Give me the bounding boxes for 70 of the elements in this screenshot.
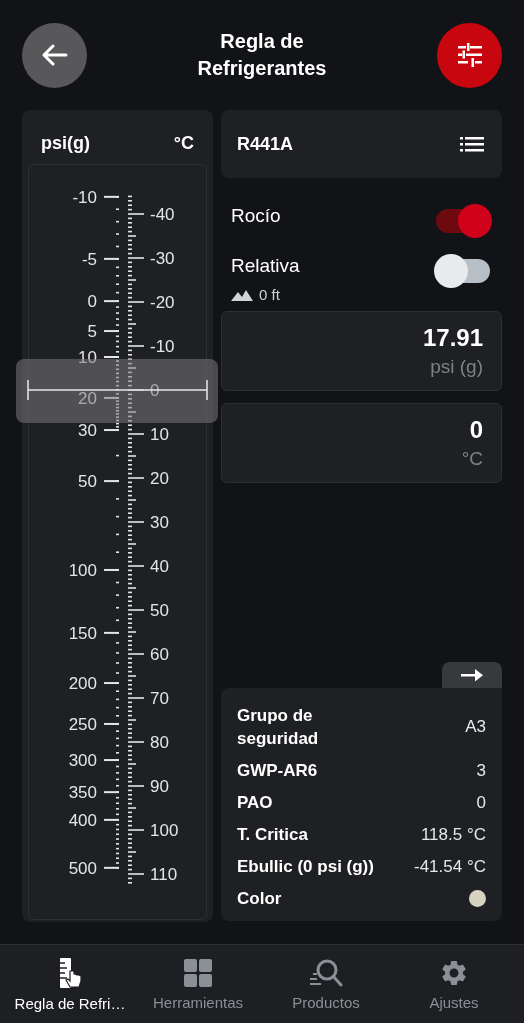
temperature-label: 10 [150, 425, 169, 444]
altitude-value: 0 ft [259, 286, 280, 303]
reading-field[interactable]: 17.91 psi (g) [221, 311, 502, 391]
pressure-label: 5 [87, 322, 97, 342]
pressure-label: 20 [78, 388, 97, 408]
pressure-label: 100 [68, 560, 97, 580]
property-value: 3 [476, 760, 486, 781]
reading-value: 0 [469, 416, 483, 444]
toggle-switch[interactable] [434, 204, 492, 238]
toggle-label: Relativa [231, 254, 300, 278]
expand-tab[interactable] [442, 662, 502, 688]
nav-tab[interactable]: Ajustes [392, 957, 516, 1011]
sliders-icon [456, 43, 483, 67]
right-arrow-icon [461, 669, 483, 681]
reading-unit: °C [461, 448, 483, 470]
temperature-label: -30 [150, 249, 175, 268]
nav-tab[interactable]: Herramientas [136, 957, 260, 1011]
reading-unit: psi (g) [430, 356, 483, 378]
temperature-label: 80 [150, 733, 169, 752]
toggle-label: Rocío [231, 204, 281, 228]
property-label: PAO [237, 792, 273, 814]
temperature-unit: °C [173, 133, 194, 154]
property-value: 0 [476, 792, 486, 813]
screen-title: Regla de Refrigerantes [196, 29, 328, 81]
pressure-label: -5 [81, 249, 97, 269]
temperature-label: 90 [150, 777, 169, 796]
temperature-label: 60 [150, 645, 169, 664]
temperature-label: 70 [150, 689, 169, 708]
pressure-label: 10 [78, 348, 97, 367]
property-label: Grupo de seguridad [237, 705, 320, 750]
nav-tab[interactable]: Regla de Refri… [8, 956, 132, 1012]
property-value: -41.54 °C [414, 856, 486, 877]
pressure-label: 400 [68, 810, 97, 830]
pressure-label: 500 [68, 858, 97, 878]
temperature-label: 100 [150, 821, 179, 840]
pressure-label: 200 [68, 674, 97, 694]
pressure-label: 30 [78, 421, 97, 441]
pressure-label: -10 [72, 187, 97, 207]
pressure-label: 0 [87, 292, 97, 312]
property-label: Color [237, 888, 282, 910]
toggle-switch[interactable] [434, 254, 492, 288]
pressure-unit: psi(g) [41, 133, 90, 154]
temperature-label: 30 [150, 513, 169, 532]
property-value: A3 [465, 717, 486, 737]
ruler-hand-icon [58, 956, 82, 989]
mountain-icon [231, 288, 253, 301]
property-label: GWP-AR6 [237, 760, 318, 782]
back-arrow-icon [41, 44, 68, 66]
reading-value: 17.91 [422, 324, 483, 352]
property-label: T. Critica [237, 824, 308, 846]
list-icon [460, 136, 484, 152]
property-value: 118.5 °C [420, 824, 486, 845]
search-icon [309, 957, 343, 988]
temperature-label: 110 [150, 865, 178, 884]
pressure-label: 250 [68, 714, 97, 734]
refrigerant-selector[interactable]: R441A [221, 110, 502, 178]
grid-icon [183, 957, 213, 988]
reading-field[interactable]: 0 °C [221, 403, 502, 483]
temperature-label: 40 [150, 557, 169, 576]
temperature-label: 20 [150, 469, 169, 488]
temperature-label: -10 [150, 337, 175, 356]
nav-tab[interactable]: Productos [264, 957, 388, 1011]
temperature-label: 50 [150, 601, 169, 620]
property-label: Ebullic (0 psi (g)) [237, 856, 374, 878]
pressure-label: 300 [68, 751, 97, 771]
pressure-label: 50 [78, 472, 97, 492]
temperature-label: -20 [150, 293, 175, 312]
pressure-label: 150 [68, 623, 97, 643]
temperature-label: -40 [150, 205, 175, 224]
pressure-label: 350 [68, 783, 97, 803]
